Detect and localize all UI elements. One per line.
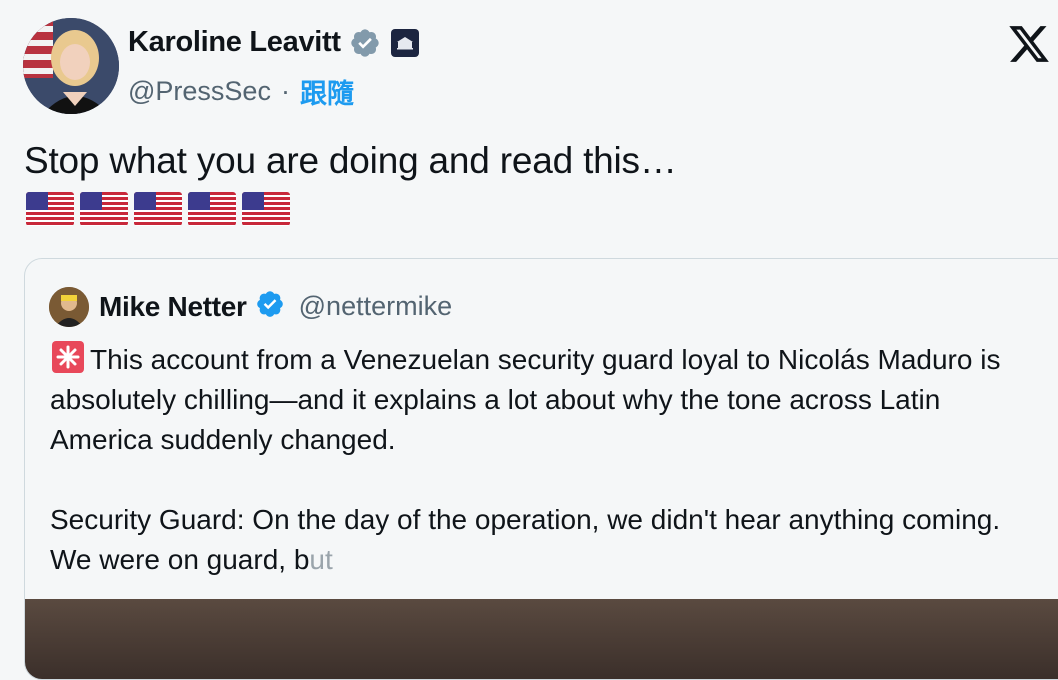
author-avatar[interactable] — [23, 18, 119, 114]
us-flag-icon — [188, 192, 236, 226]
author-handle[interactable]: @PressSec — [128, 76, 271, 107]
quote-author-avatar[interactable] — [49, 287, 89, 327]
quote-paragraph-2-text: Security Guard: On the day of the operat… — [50, 504, 1001, 575]
author-handle-row: @PressSec · 跟隨 — [128, 72, 354, 111]
separator: · — [280, 76, 290, 106]
follow-button[interactable]: 跟隨 — [300, 72, 354, 111]
quote-media-preview[interactable] — [25, 599, 1058, 679]
us-flag-icon — [134, 192, 182, 226]
verified-badge-icon — [349, 27, 381, 59]
x-logo-icon[interactable] — [1006, 22, 1052, 66]
author-name-row: Karoline Leavitt — [128, 26, 419, 59]
quoted-tweet-card[interactable]: Mike Netter @nettermike This account fro… — [24, 258, 1058, 680]
quote-handle[interactable]: @nettermike — [299, 291, 452, 322]
verified-badge-icon — [255, 289, 285, 324]
quote-paragraph-2-fade: ut — [309, 544, 333, 575]
tweet-text: Stop what you are doing and read this… — [24, 140, 677, 181]
white-house-affiliate-icon[interactable] — [390, 28, 419, 57]
quote-body: This account from a Venezuelan security … — [50, 339, 1030, 580]
quote-display-name[interactable]: Mike Netter — [99, 291, 247, 323]
us-flag-icon — [26, 192, 74, 226]
quote-paragraph-2: Security Guard: On the day of the operat… — [50, 500, 1030, 580]
author-display-name[interactable]: Karoline Leavitt — [128, 26, 341, 59]
us-flag-icon — [242, 192, 290, 226]
flag-emoji-row — [26, 192, 290, 226]
quote-name-row: Mike Netter @nettermike — [99, 289, 452, 324]
us-flag-icon — [80, 192, 128, 226]
quote-paragraph-1: This account from a Venezuelan security … — [50, 339, 1030, 460]
quote-paragraph-1-text: This account from a Venezuelan security … — [50, 344, 1001, 455]
siren-emoji-icon — [50, 339, 86, 375]
